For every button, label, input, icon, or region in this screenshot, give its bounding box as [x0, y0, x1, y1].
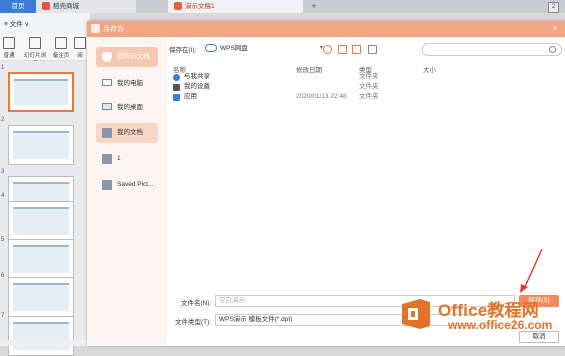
folder-icon	[102, 128, 112, 138]
filetype-value: WPS演示 模板文件(*.dpt)	[219, 316, 293, 323]
filetype-label: 文件类型(T):	[175, 319, 212, 326]
slide-number: 3	[1, 169, 5, 175]
back-icon[interactable]	[323, 45, 332, 54]
slide-number: 5	[1, 237, 5, 243]
folder-icon	[102, 180, 112, 190]
tab-store-label: 稻壳商城	[53, 3, 79, 10]
ribbon-reading[interactable]: 阅	[74, 37, 86, 59]
slide-thumbnail[interactable]	[8, 316, 74, 356]
places-sidebar: 我的云文档 我的电脑 我的桌面 我的文档 1 Saved Pict...	[87, 37, 167, 346]
slide-number: 4	[1, 193, 5, 199]
file-modified: 2020/01/13 22:48	[296, 93, 347, 100]
sidebar-item-my-documents[interactable]: 我的文档	[96, 123, 158, 143]
file-row[interactable]: 应用 2020/01/13 22:48 文件夹	[173, 92, 473, 102]
up-folder-icon[interactable]	[338, 45, 347, 54]
ribbon-normal[interactable]: 普通	[0, 37, 18, 59]
slide-thumbnail[interactable]	[8, 72, 74, 112]
search-input[interactable]	[422, 43, 562, 56]
file-name: 与我共享	[184, 73, 210, 80]
tab-document[interactable]: 演示文稿1	[168, 0, 303, 13]
dialog-title: 另存为	[103, 26, 124, 33]
tab-document-label: 演示文稿1	[185, 3, 215, 10]
sidebar-item-desktop[interactable]: 我的桌面	[96, 98, 158, 118]
search-icon	[549, 46, 556, 53]
presentation-icon	[174, 2, 182, 11]
dialog-titlebar: 另存为 ×	[87, 21, 565, 37]
file-row[interactable]: 我的设备 文件夹	[173, 82, 473, 92]
slide-number: 2	[1, 117, 5, 123]
slide-number: 6	[1, 273, 5, 279]
slide-sorter-icon	[29, 37, 41, 49]
sidebar-item-saved-pictures[interactable]: Saved Pict...	[96, 175, 158, 195]
normal-view-icon	[3, 37, 15, 49]
save-in-dropdown[interactable]: WPS网盘 ▾	[205, 43, 323, 54]
file-type: 文件夹	[359, 73, 379, 80]
sidebar-item-cloud-docs[interactable]: 我的云文档	[96, 47, 158, 67]
watermark-url: www.office26.com	[448, 318, 553, 332]
sidebar-item-label: 我的桌面	[117, 104, 143, 111]
window-count-badge[interactable]: 2	[548, 2, 559, 13]
share-icon	[173, 74, 180, 81]
app-icon	[173, 94, 180, 101]
view-menu-icon[interactable]	[368, 45, 377, 54]
ribbon-label: 普通	[3, 53, 15, 59]
view-ribbon: 普通 幻灯片浏览 备注页 阅	[0, 35, 90, 67]
file-name: 应用	[184, 93, 197, 100]
sidebar-item-folder-1[interactable]: 1	[96, 149, 158, 169]
close-icon[interactable]: ×	[550, 24, 560, 34]
save-in-value: WPS网盘	[220, 45, 248, 52]
folder-icon	[102, 154, 112, 164]
store-icon	[42, 2, 50, 11]
tab-home[interactable]: 首页	[0, 0, 36, 13]
file-menu-label: 文件	[9, 21, 23, 28]
slide-panel: 1 2 3 4 5 6 7	[0, 61, 90, 356]
slide-thumbnail[interactable]	[8, 277, 74, 317]
file-name: 我的设备	[184, 83, 210, 90]
filename-label: 文件名(N):	[181, 300, 212, 307]
sidebar-item-label: 1	[117, 155, 121, 162]
annotation-arrow-icon	[520, 248, 543, 293]
file-type: 文件夹	[359, 93, 379, 100]
app-tab-strip: 首页 稻壳商城 演示文稿1 + 2	[0, 0, 565, 13]
file-menu[interactable]: ≡ 文件 ∨	[4, 18, 29, 28]
status-bar	[0, 340, 90, 346]
file-row[interactable]: 与我共享 文件夹	[173, 72, 473, 82]
new-tab-button[interactable]: +	[306, 0, 322, 13]
sidebar-item-label: 我的电脑	[117, 80, 143, 87]
slide-thumbnail[interactable]	[8, 239, 74, 279]
office-logo-icon	[402, 299, 430, 329]
app-toolbar: ≡ 文件 ∨	[0, 13, 90, 36]
notes-icon	[55, 37, 67, 49]
slide-thumbnail[interactable]	[8, 201, 74, 241]
cloud-shield-icon	[102, 52, 112, 62]
reading-icon	[74, 37, 86, 49]
new-folder-icon[interactable]	[352, 45, 361, 54]
slide-number: 7	[1, 313, 5, 319]
ribbon-label: 备注页	[52, 53, 70, 59]
slide-number: 1	[1, 65, 5, 71]
sidebar-item-label: Saved Pict...	[117, 181, 154, 188]
sidebar-item-label: 我的文档	[117, 129, 143, 136]
cancel-button[interactable]: 取消	[519, 331, 559, 343]
computer-icon	[102, 79, 112, 86]
save-in-label: 保存在(I):	[169, 47, 197, 54]
device-icon	[173, 84, 180, 91]
ribbon-notes[interactable]: 备注页	[52, 37, 70, 59]
tab-store[interactable]: 稻壳商城	[36, 0, 136, 13]
ribbon-label: 阅	[77, 53, 83, 59]
slide-thumbnail[interactable]	[8, 125, 74, 165]
cloud-icon	[205, 44, 217, 53]
sidebar-item-label: 我的云文档	[117, 53, 150, 60]
sidebar-item-computer[interactable]: 我的电脑	[96, 74, 158, 94]
desktop-icon	[102, 103, 112, 110]
file-type: 文件夹	[359, 83, 379, 90]
wps-logo-icon	[91, 24, 100, 33]
